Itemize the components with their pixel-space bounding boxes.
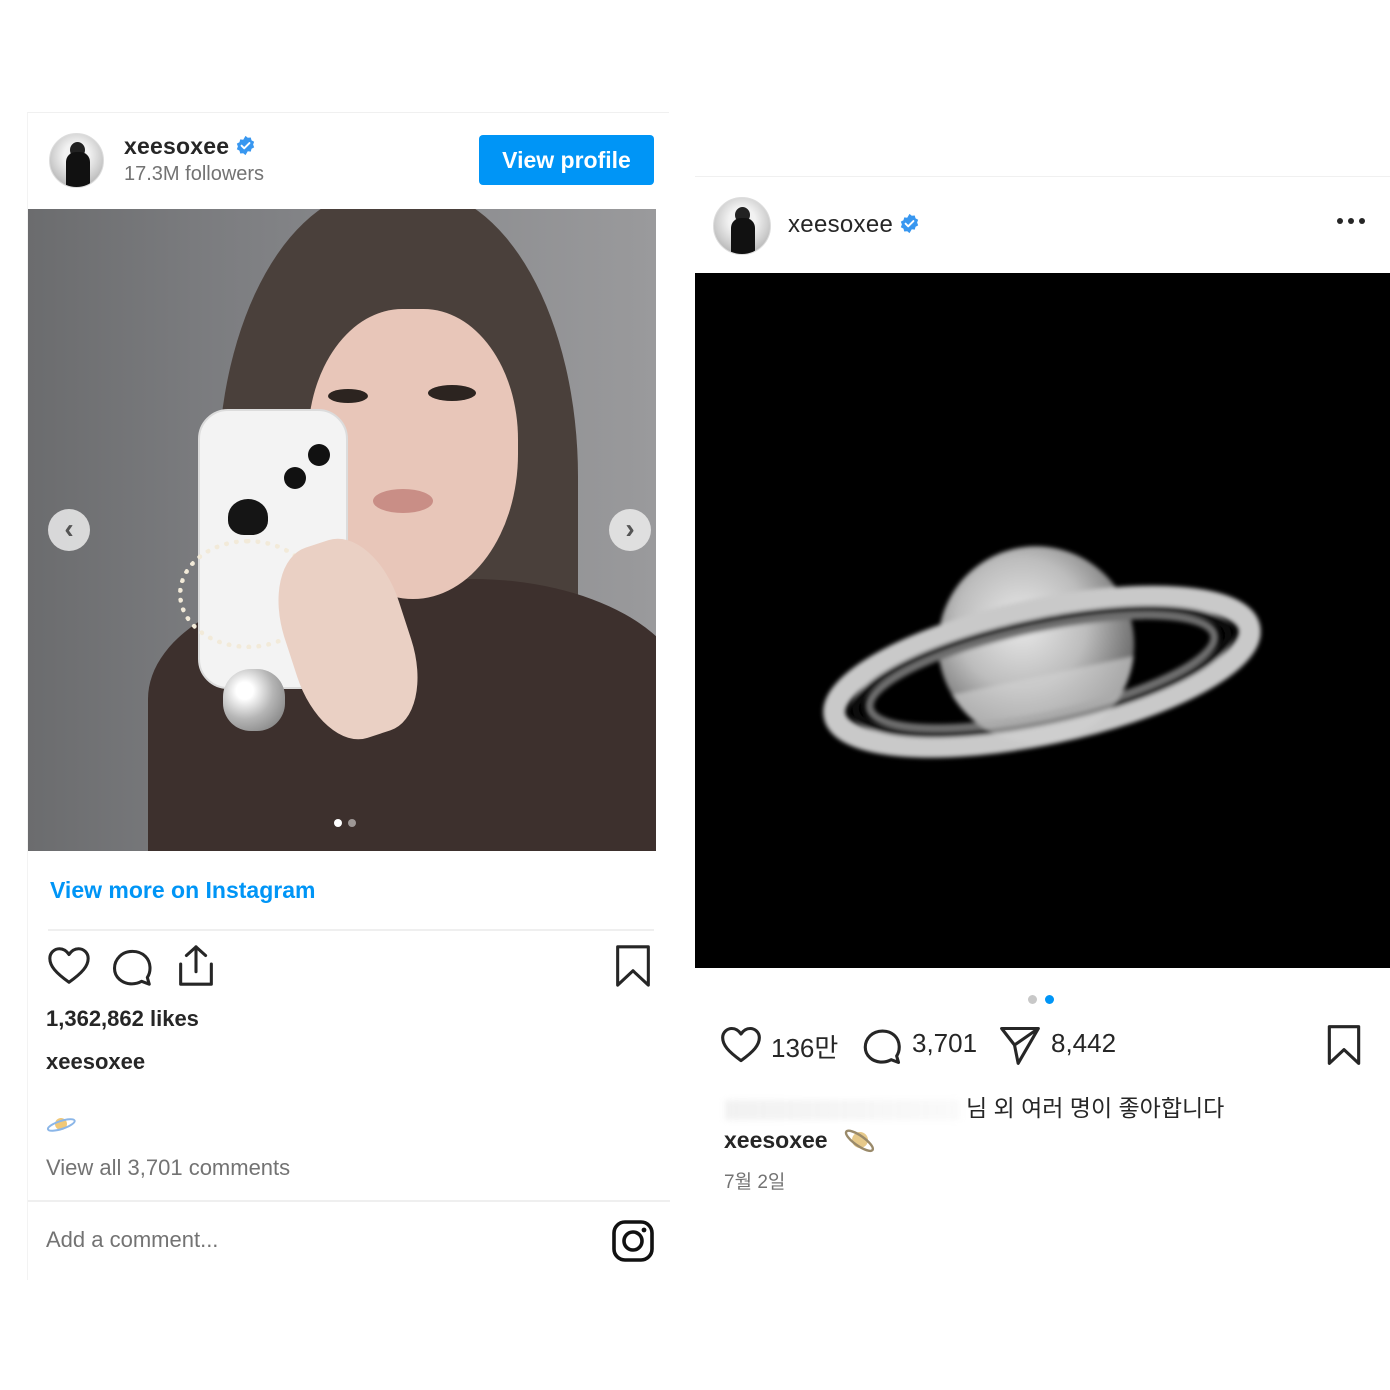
carousel-indicator (1028, 991, 1062, 1009)
ringed-planet-icon (46, 1118, 76, 1132)
view-all-comments-link[interactable]: View all 3,701 comments (46, 1155, 290, 1181)
username[interactable]: xeesoxee (124, 133, 229, 159)
carousel-dot (348, 819, 356, 827)
liked-by-text[interactable]: 님 외 여러 명이 좋아합니다 (725, 1089, 1224, 1123)
profile-avatar[interactable] (49, 133, 104, 188)
post-image[interactable] (695, 273, 1390, 968)
more-options-icon[interactable] (1336, 215, 1366, 227)
caption-username[interactable]: xeesoxee (724, 1127, 828, 1154)
ringed-planet-icon (844, 1129, 875, 1153)
blurred-usernames (725, 1099, 960, 1120)
post-image[interactable]: ‹ › (28, 209, 656, 851)
share-count[interactable]: 8,442 (1051, 1028, 1116, 1059)
instagram-logo-icon[interactable] (611, 1219, 655, 1263)
bookmark-icon[interactable] (1322, 1023, 1366, 1067)
comment-icon[interactable] (860, 1023, 904, 1067)
add-comment-input[interactable] (46, 1227, 566, 1253)
like-count[interactable]: 136만 (771, 1028, 838, 1065)
view-profile-button[interactable]: View profile (479, 135, 654, 185)
comment-count[interactable]: 3,701 (912, 1028, 977, 1059)
carousel-indicator (334, 814, 362, 832)
verified-badge-icon (900, 213, 919, 234)
profile-avatar[interactable] (713, 197, 771, 255)
carousel-dot (1028, 995, 1037, 1004)
verified-badge-icon (237, 135, 255, 156)
carousel-prev-button[interactable]: ‹ (48, 509, 90, 551)
username-header[interactable]: xeesoxee (124, 133, 256, 160)
divider (48, 929, 654, 931)
like-count[interactable]: 1,362,862 likes (46, 1006, 199, 1032)
bookmark-icon[interactable] (610, 943, 656, 989)
follower-count: 17.3M followers (124, 163, 265, 185)
heart-icon[interactable] (719, 1023, 763, 1067)
heart-icon[interactable] (46, 943, 92, 989)
send-icon[interactable] (998, 1023, 1042, 1067)
embedded-post-card: xeesoxee 17.3M followers View profile ‹ … (27, 112, 670, 1280)
carousel-next-button[interactable]: › (609, 509, 651, 551)
comment-icon[interactable] (109, 943, 155, 989)
divider (28, 1200, 670, 1202)
post-date: 7월 2일 (724, 1172, 786, 1193)
carousel-dot (1045, 995, 1054, 1004)
view-more-link[interactable]: View more on Instagram (50, 877, 315, 904)
share-icon[interactable] (173, 943, 219, 989)
carousel-dot (334, 819, 342, 827)
saturn-photo (823, 546, 1261, 758)
username[interactable]: xeesoxee (788, 211, 893, 238)
liked-by-label: 님 외 여러 명이 좋아합니다 (966, 1095, 1225, 1121)
app-post-card: xeesoxee 136만 3,701 8,442 님 외 여러 명이 좋아합니… (695, 176, 1390, 1206)
caption-username[interactable]: xeesoxee (46, 1049, 145, 1075)
username-header[interactable]: xeesoxee (788, 211, 920, 239)
